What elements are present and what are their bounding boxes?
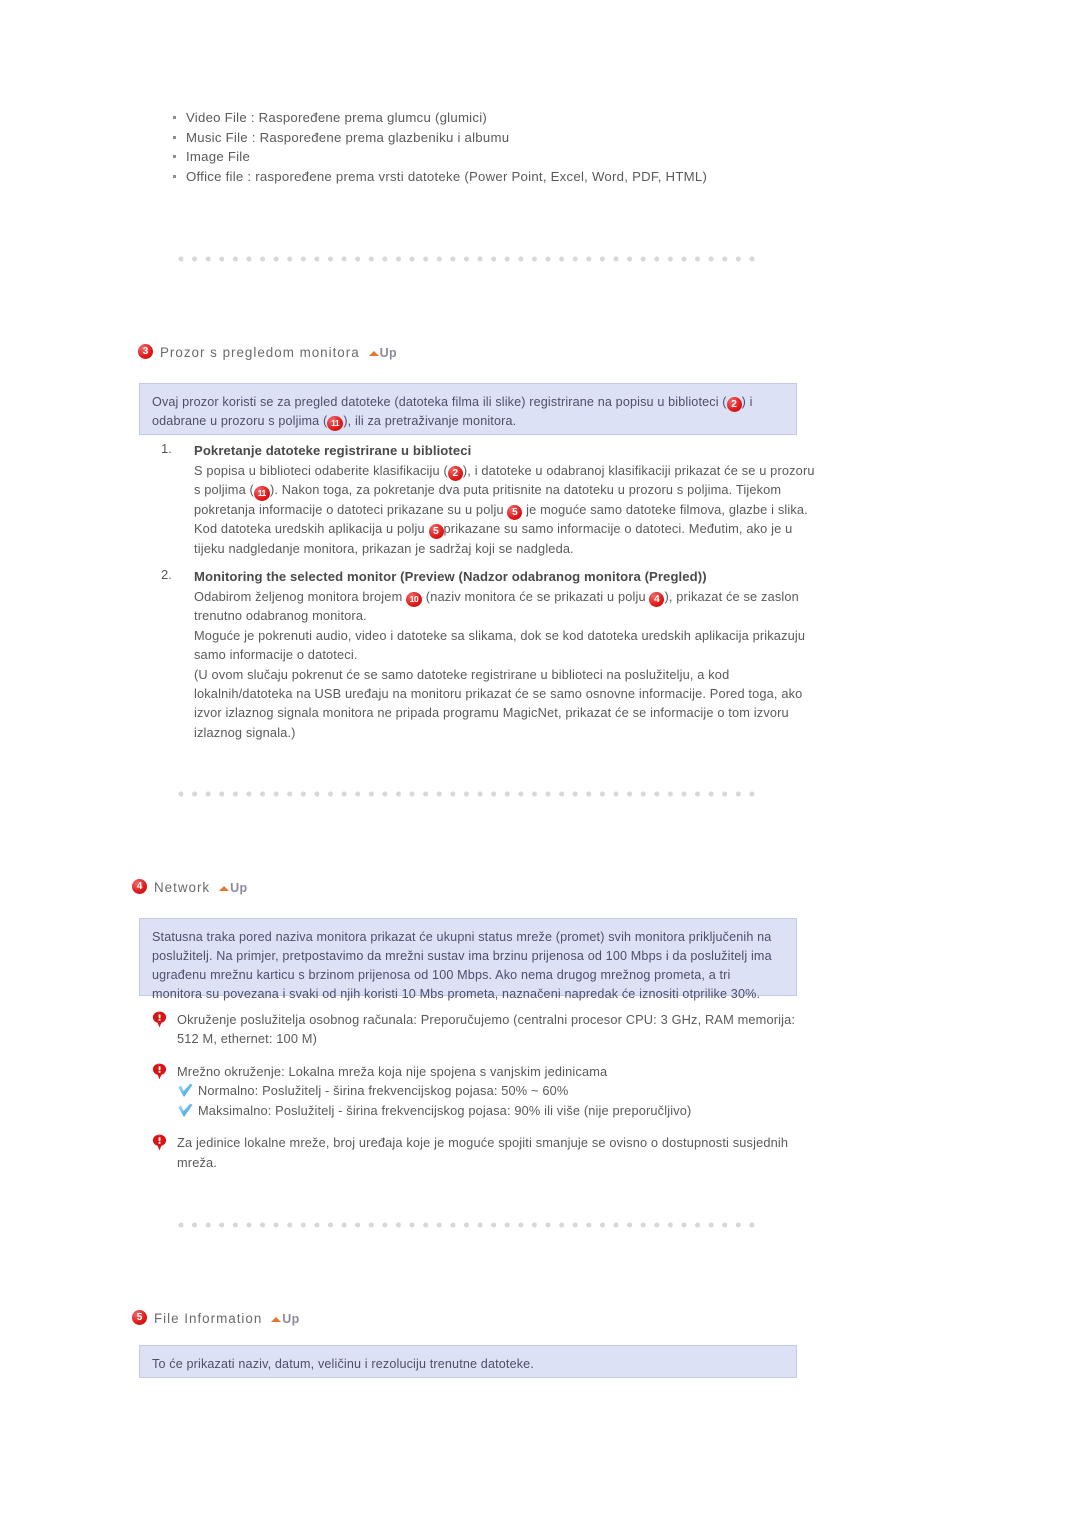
section-badge-3: 3 xyxy=(138,344,153,359)
note-text: Za jedinice lokalne mreže, broj uređaja … xyxy=(177,1135,789,1170)
section-divider xyxy=(178,256,756,262)
up-link-label: Up xyxy=(282,1311,300,1326)
inline-badge-11: 11 xyxy=(327,416,344,432)
info-text-part1: Ovaj prozor koristi se za pregled datote… xyxy=(152,395,727,409)
inline-badge-10: 10 xyxy=(406,592,423,608)
step-text-part5: (U ovom slučaju pokrenut će se samo dato… xyxy=(194,666,803,740)
up-link-label: Up xyxy=(230,880,248,895)
step-title: Pokretanje datoteke registrirane u bibli… xyxy=(194,443,472,458)
section-title: Network xyxy=(154,880,211,895)
inline-badge-5: 5 xyxy=(428,524,444,540)
list-item: Image File xyxy=(172,147,852,167)
step-item: 1. Pokretanje datoteke registrirane u bi… xyxy=(155,441,815,558)
inline-badge-4: 4 xyxy=(649,592,665,608)
note-item: Za jedinice lokalne mreže, broj uređaja … xyxy=(150,1133,820,1172)
note-item: Mrežno okruženje: Lokalna mreža koja nij… xyxy=(150,1062,820,1121)
section-divider xyxy=(178,1222,756,1228)
step-item: 2. Monitoring the selected monitor (Prev… xyxy=(155,567,815,742)
preview-steps: 1. Pokretanje datoteke registrirane u bi… xyxy=(155,441,815,751)
list-item: Music File : Raspoređene prema glazbenik… xyxy=(172,128,852,148)
step-text-part4: Moguće je pokrenuti audio, video i datot… xyxy=(194,627,806,663)
note-sub-line: Maksimalno: Poslužitelj - širina frekven… xyxy=(177,1101,820,1121)
up-arrow-icon xyxy=(219,886,230,891)
up-link[interactable]: Up xyxy=(219,881,247,895)
file-information-text: To će prikazati naziv, datum, veličinu i… xyxy=(152,1357,534,1371)
info-text-part3: ), ili za pretraživanje monitora. xyxy=(343,414,517,428)
step-text-part1: S popisa u biblioteci odaberite klasifik… xyxy=(194,463,448,478)
section-header-preview: 3 Prozor s pregledom monitora Up xyxy=(138,344,397,360)
up-link[interactable]: Up xyxy=(368,345,397,360)
section-badge-4: 4 xyxy=(132,879,147,894)
step-number: 1. xyxy=(161,441,172,456)
inline-badge-2: 2 xyxy=(447,466,463,482)
document-page: Video File : Raspoređene prema glumcu (g… xyxy=(0,0,1080,1527)
file-information-info-box: To će prikazati naziv, datum, veličinu i… xyxy=(139,1345,797,1378)
section-header-network: 4 Network Up xyxy=(132,879,247,895)
network-info-text: Statusna traka pored naziva monitora pri… xyxy=(152,930,772,1001)
network-notes: Okruženje poslužitelja osobnog računala:… xyxy=(150,1010,820,1185)
inline-badge-5: 5 xyxy=(507,504,523,520)
check-icon xyxy=(177,1083,194,1098)
check-icon xyxy=(177,1103,194,1118)
up-link[interactable]: Up xyxy=(271,1312,299,1326)
step-text-part2: (naziv monitora će se prikazati u polju xyxy=(422,589,650,605)
section-badge-5: 5 xyxy=(132,1310,147,1325)
inline-badge-11: 11 xyxy=(253,485,270,501)
step-title: Monitoring the selected monitor (Preview… xyxy=(194,569,707,585)
inline-badge-2: 2 xyxy=(726,397,742,413)
step-text-part1: Odabirom željenog monitora brojem xyxy=(194,589,407,605)
list-item: Office file : raspoređene prema vrsti da… xyxy=(172,167,852,187)
file-type-bullet-list: Video File : Raspoređene prema glumcu (g… xyxy=(172,108,852,186)
network-info-box: Statusna traka pored naziva monitora pri… xyxy=(139,918,797,1001)
note-text: Okruženje poslužitelja osobnog računala:… xyxy=(177,1012,796,1047)
alert-icon xyxy=(152,1063,167,1080)
note-text: Mrežno okruženje: Lokalna mreža koja nij… xyxy=(177,1063,608,1079)
list-item: Video File : Raspoređene prema glumcu (g… xyxy=(172,108,852,128)
up-link-label: Up xyxy=(379,345,397,360)
section-divider xyxy=(178,791,756,797)
note-item: Okruženje poslužitelja osobnog računala:… xyxy=(150,1010,820,1049)
preview-info-box: Ovaj prozor koristi se za pregled datote… xyxy=(139,383,797,435)
section-title: Prozor s pregledom monitora xyxy=(160,345,360,360)
alert-icon xyxy=(152,1011,167,1028)
alert-icon xyxy=(152,1134,167,1151)
step-number: 2. xyxy=(161,567,172,583)
note-sub-text: Normalno: Poslužitelj - širina frekvenci… xyxy=(198,1083,569,1099)
up-arrow-icon xyxy=(368,351,379,356)
section-header-file-information: 5 File Information Up xyxy=(132,1310,300,1326)
up-arrow-icon xyxy=(271,1317,282,1322)
note-sub-text: Maksimalno: Poslužitelj - širina frekven… xyxy=(198,1102,692,1118)
note-sub-line: Normalno: Poslužitelj - širina frekvenci… xyxy=(177,1081,820,1101)
step-body: Odabirom željenog monitora brojem 10 (na… xyxy=(194,587,815,742)
step-body: S popisa u biblioteci odaberite klasifik… xyxy=(194,461,815,558)
section-title: File Information xyxy=(154,1311,263,1326)
